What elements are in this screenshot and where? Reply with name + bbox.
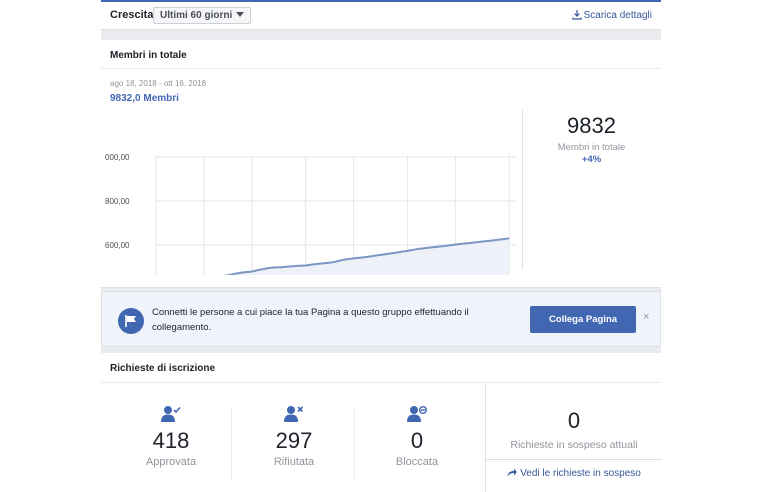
growth-toolbar: Crescita Ultimi 60 giorni Scarica dettag…: [101, 0, 661, 30]
date-period: ago 18, 2018 - ott 16, 2018: [110, 79, 207, 88]
y-tick-label: 800,00: [105, 197, 130, 206]
y-tick-label: 600,00: [105, 241, 130, 250]
connect-page-button[interactable]: Collega Pagina: [530, 306, 636, 333]
approved-count: 418: [152, 428, 190, 453]
download-icon: [572, 10, 582, 20]
members-chart: 000,00800,00600,00400,0018 ago26 ago3 se…: [105, 153, 517, 275]
share-arrow-icon: [507, 468, 517, 477]
download-label: Scarica dettagli: [583, 10, 652, 21]
total-members-caption: Membri in totale: [557, 142, 626, 153]
members-card-title: Membri in totale: [101, 40, 661, 69]
banner-text: Connetti le persone a cui piace la tua P…: [152, 307, 469, 333]
pending-requests-box: 0 Richieste in sospeso attuali Vedi le r…: [485, 384, 662, 492]
approved-stat: 418 Approvata: [109, 405, 233, 468]
total-members-number: 9832: [567, 113, 616, 138]
growth-title: Crescita: [110, 9, 154, 21]
rejected-stat: 297 Rifiutata: [232, 405, 356, 468]
pending-link-label: Vedi le richieste in sospeso: [520, 468, 641, 479]
requests-title: Richieste di iscrizione: [101, 353, 661, 383]
user-remove-icon: [284, 406, 304, 422]
growth-percentage: +4%: [581, 154, 602, 165]
view-pending-requests-link[interactable]: Vedi le richieste in sospeso: [486, 468, 662, 479]
pending-divider: [486, 459, 662, 460]
rejected-label: Rifiutata: [273, 456, 315, 468]
pending-label: Richieste in sospeso attuali: [510, 439, 638, 451]
connect-page-banner: Connetti le persone a cui piace la tua P…: [101, 291, 661, 347]
date-range-dropdown[interactable]: Ultimi 60 giorni: [153, 7, 252, 24]
group-insights-panel: Crescita Ultimi 60 giorni Scarica dettag…: [101, 0, 662, 492]
blocked-label: Bloccata: [395, 456, 439, 468]
pending-count: 0: [567, 408, 581, 433]
user-blocked-icon: [407, 406, 427, 422]
date-range-label: Ultimi 60 giorni: [160, 10, 233, 21]
flag-icon: [118, 308, 144, 334]
rejected-count: 297: [275, 428, 313, 453]
y-tick-label: 000,00: [105, 153, 130, 162]
user-check-icon: [161, 406, 181, 422]
approved-label: Approvata: [145, 456, 197, 468]
blocked-stat: 0 Bloccata: [355, 405, 479, 468]
download-details-link[interactable]: Scarica dettagli: [572, 9, 652, 21]
membership-requests-card: Richieste di iscrizione 418 Approvata 29…: [101, 353, 662, 492]
total-members-card: Membri in totale ago 18, 2018 - ott 16, …: [101, 40, 661, 288]
close-icon[interactable]: ×: [643, 311, 649, 323]
blocked-count: 0: [410, 428, 424, 453]
members-value-label: 9832,0 Membri: [110, 93, 179, 104]
caret-down-icon: [236, 12, 245, 17]
